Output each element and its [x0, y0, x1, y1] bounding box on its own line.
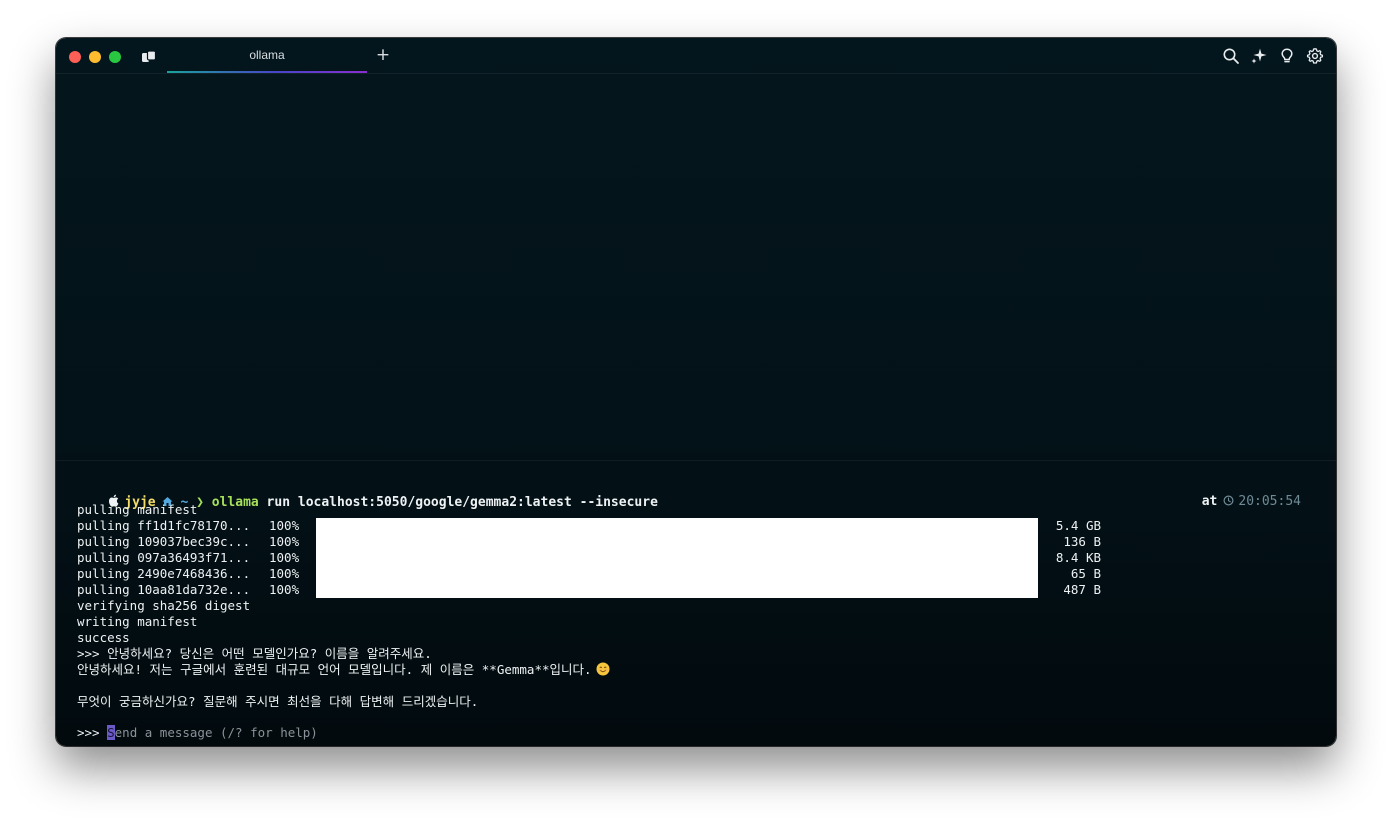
new-tab-button[interactable]: + [374, 45, 392, 65]
search-icon[interactable] [1222, 47, 1240, 65]
model-reply-line-1: 안녕하세요! 저는 구글에서 훈련된 대규모 언어 모델입니다. 제 이름은 *… [77, 662, 610, 678]
pull-size: 136 B [1063, 534, 1101, 549]
title-bar: ollama + [56, 38, 1336, 74]
pull-progress-row: pulling ff1d1fc78170... 100% 5.4 GB [77, 518, 1117, 534]
smiling-face-emoji-icon [596, 662, 610, 676]
text-cursor: S [107, 725, 115, 740]
pull-layer-label: pulling 109037bec39c... [77, 534, 251, 549]
output-line-pulling-manifest: pulling manifest [77, 502, 198, 517]
block-divider [56, 460, 1336, 461]
pull-size: 8.4 KB [1055, 550, 1101, 565]
pull-size: 65 B [1070, 566, 1101, 581]
pull-layer-label: pulling 10aa81da732e... [77, 582, 251, 597]
pull-progress-fill [316, 566, 1038, 582]
pull-progress-fill [316, 582, 1038, 598]
sparkle-ai-icon[interactable] [1250, 47, 1268, 65]
active-tab-indicator [167, 71, 367, 73]
tab-title: ollama [249, 48, 285, 62]
pull-layer-label: pulling ff1d1fc78170... [77, 518, 251, 533]
pull-progress-bar [316, 518, 1038, 534]
minimize-window-button[interactable] [89, 51, 101, 63]
pull-percent: 100% [269, 534, 300, 549]
timestamp-time: 20:05:54 [1238, 494, 1301, 509]
terminal-window: ollama + jyje ~ ❯ ollama run localhost:5… [56, 38, 1336, 746]
command-prompt-line[interactable]: jyje ~ ❯ ollama run localhost:5050/googl… [77, 478, 1307, 510]
prompt-timestamp: at 20:05:54 [1170, 478, 1301, 526]
gear-icon[interactable] [1306, 47, 1324, 65]
output-line-writing: writing manifest [77, 614, 198, 629]
message-input[interactable]: >>> Send a message (/? for help) [77, 725, 318, 741]
pull-progress-bar [316, 550, 1038, 566]
pull-progress-bar [316, 582, 1038, 598]
command-name: ollama [211, 495, 259, 510]
model-reply-text: 안녕하세요! 저는 구글에서 훈련된 대규모 언어 모델입니다. 제 이름은 *… [77, 662, 592, 677]
pull-progress-bar [316, 534, 1038, 550]
pull-progress-row: pulling 097a36493f71... 100% 8.4 KB [77, 550, 1117, 566]
pull-layer-label: pulling 097a36493f71... [77, 550, 251, 565]
pull-percent: 100% [269, 550, 300, 565]
tab-ollama[interactable]: ollama [167, 38, 367, 74]
tabs-panel-icon[interactable] [141, 49, 157, 63]
command-args: run localhost:5050/google/gemma2:latest … [258, 495, 658, 510]
pull-progress-row: pulling 10aa81da732e... 100% 487 B [77, 582, 1117, 598]
lightbulb-icon[interactable] [1278, 47, 1296, 65]
user-message: >>> 안녕하세요? 당신은 어떤 모델인가요? 이름을 알려주세요. [77, 646, 432, 661]
zoom-window-button[interactable] [109, 51, 121, 63]
pull-percent: 100% [269, 566, 300, 581]
timestamp-at-label: at [1201, 494, 1218, 509]
pull-percent: 100% [269, 518, 300, 533]
input-placeholder: end a message (/? for help) [114, 725, 318, 740]
output-line-success: success [77, 630, 130, 645]
pull-size: 5.4 GB [1055, 518, 1101, 533]
clock-icon [1223, 495, 1234, 506]
pull-progress-fill [316, 518, 1038, 534]
pull-layer-label: pulling 2490e7468436... [77, 566, 251, 581]
pull-progress-fill [316, 534, 1038, 550]
close-window-button[interactable] [69, 51, 81, 63]
pull-progress-row: pulling 109037bec39c... 100% 136 B [77, 534, 1117, 550]
pull-percent: 100% [269, 582, 300, 597]
pull-progress-fill [316, 550, 1038, 566]
input-prompt: >>> [77, 725, 108, 740]
pull-progress-row: pulling 2490e7468436... 100% 65 B [77, 566, 1117, 582]
model-reply-line-2: 무엇이 궁금하신가요? 질문해 주시면 최선을 다해 답변해 드리겠습니다. [77, 694, 479, 709]
pull-size: 487 B [1063, 582, 1101, 597]
output-line-verifying: verifying sha256 digest [77, 598, 251, 613]
pull-progress-bar [316, 566, 1038, 582]
